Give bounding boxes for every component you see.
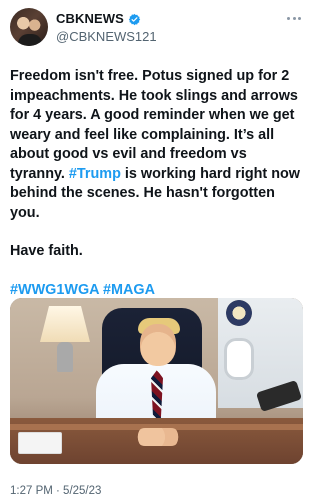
tweet-timestamp[interactable]: 1:27 PM · 5/25/23 (10, 484, 101, 498)
verified-badge-icon (128, 13, 141, 25)
airplane-window (224, 338, 254, 380)
display-name-row: CBKNEWS (56, 11, 157, 27)
presidential-seal (226, 300, 252, 326)
tweet-paragraph-2: Have faith. (10, 243, 83, 259)
more-dot (292, 16, 296, 20)
tweet-text-prefix: Freedom isn't free. Potus signed up for … (10, 68, 298, 182)
more-options-icon[interactable] (285, 11, 303, 25)
lamp-base (57, 342, 73, 372)
display-name[interactable]: CBKNEWS (56, 11, 124, 27)
tweet-media-image[interactable] (10, 298, 303, 464)
handle[interactable]: @CBKNEWS121 (56, 28, 157, 45)
hashtag-link-trump[interactable]: #Trump (69, 166, 121, 182)
tweet-paragraph-1: Freedom isn't free. Potus signed up for … (10, 67, 305, 223)
avatar[interactable] (10, 8, 48, 46)
person-head (140, 324, 176, 366)
tweet-text: Freedom isn't free. Potus signed up for … (10, 67, 305, 300)
author-block[interactable]: CBKNEWS @CBKNEWS121 (56, 11, 157, 45)
more-dot (298, 16, 301, 20)
person-hands (136, 428, 180, 446)
desk-papers (18, 432, 62, 454)
tweet-header: CBKNEWS @CBKNEWS121 (10, 8, 303, 48)
more-dot (287, 16, 290, 20)
